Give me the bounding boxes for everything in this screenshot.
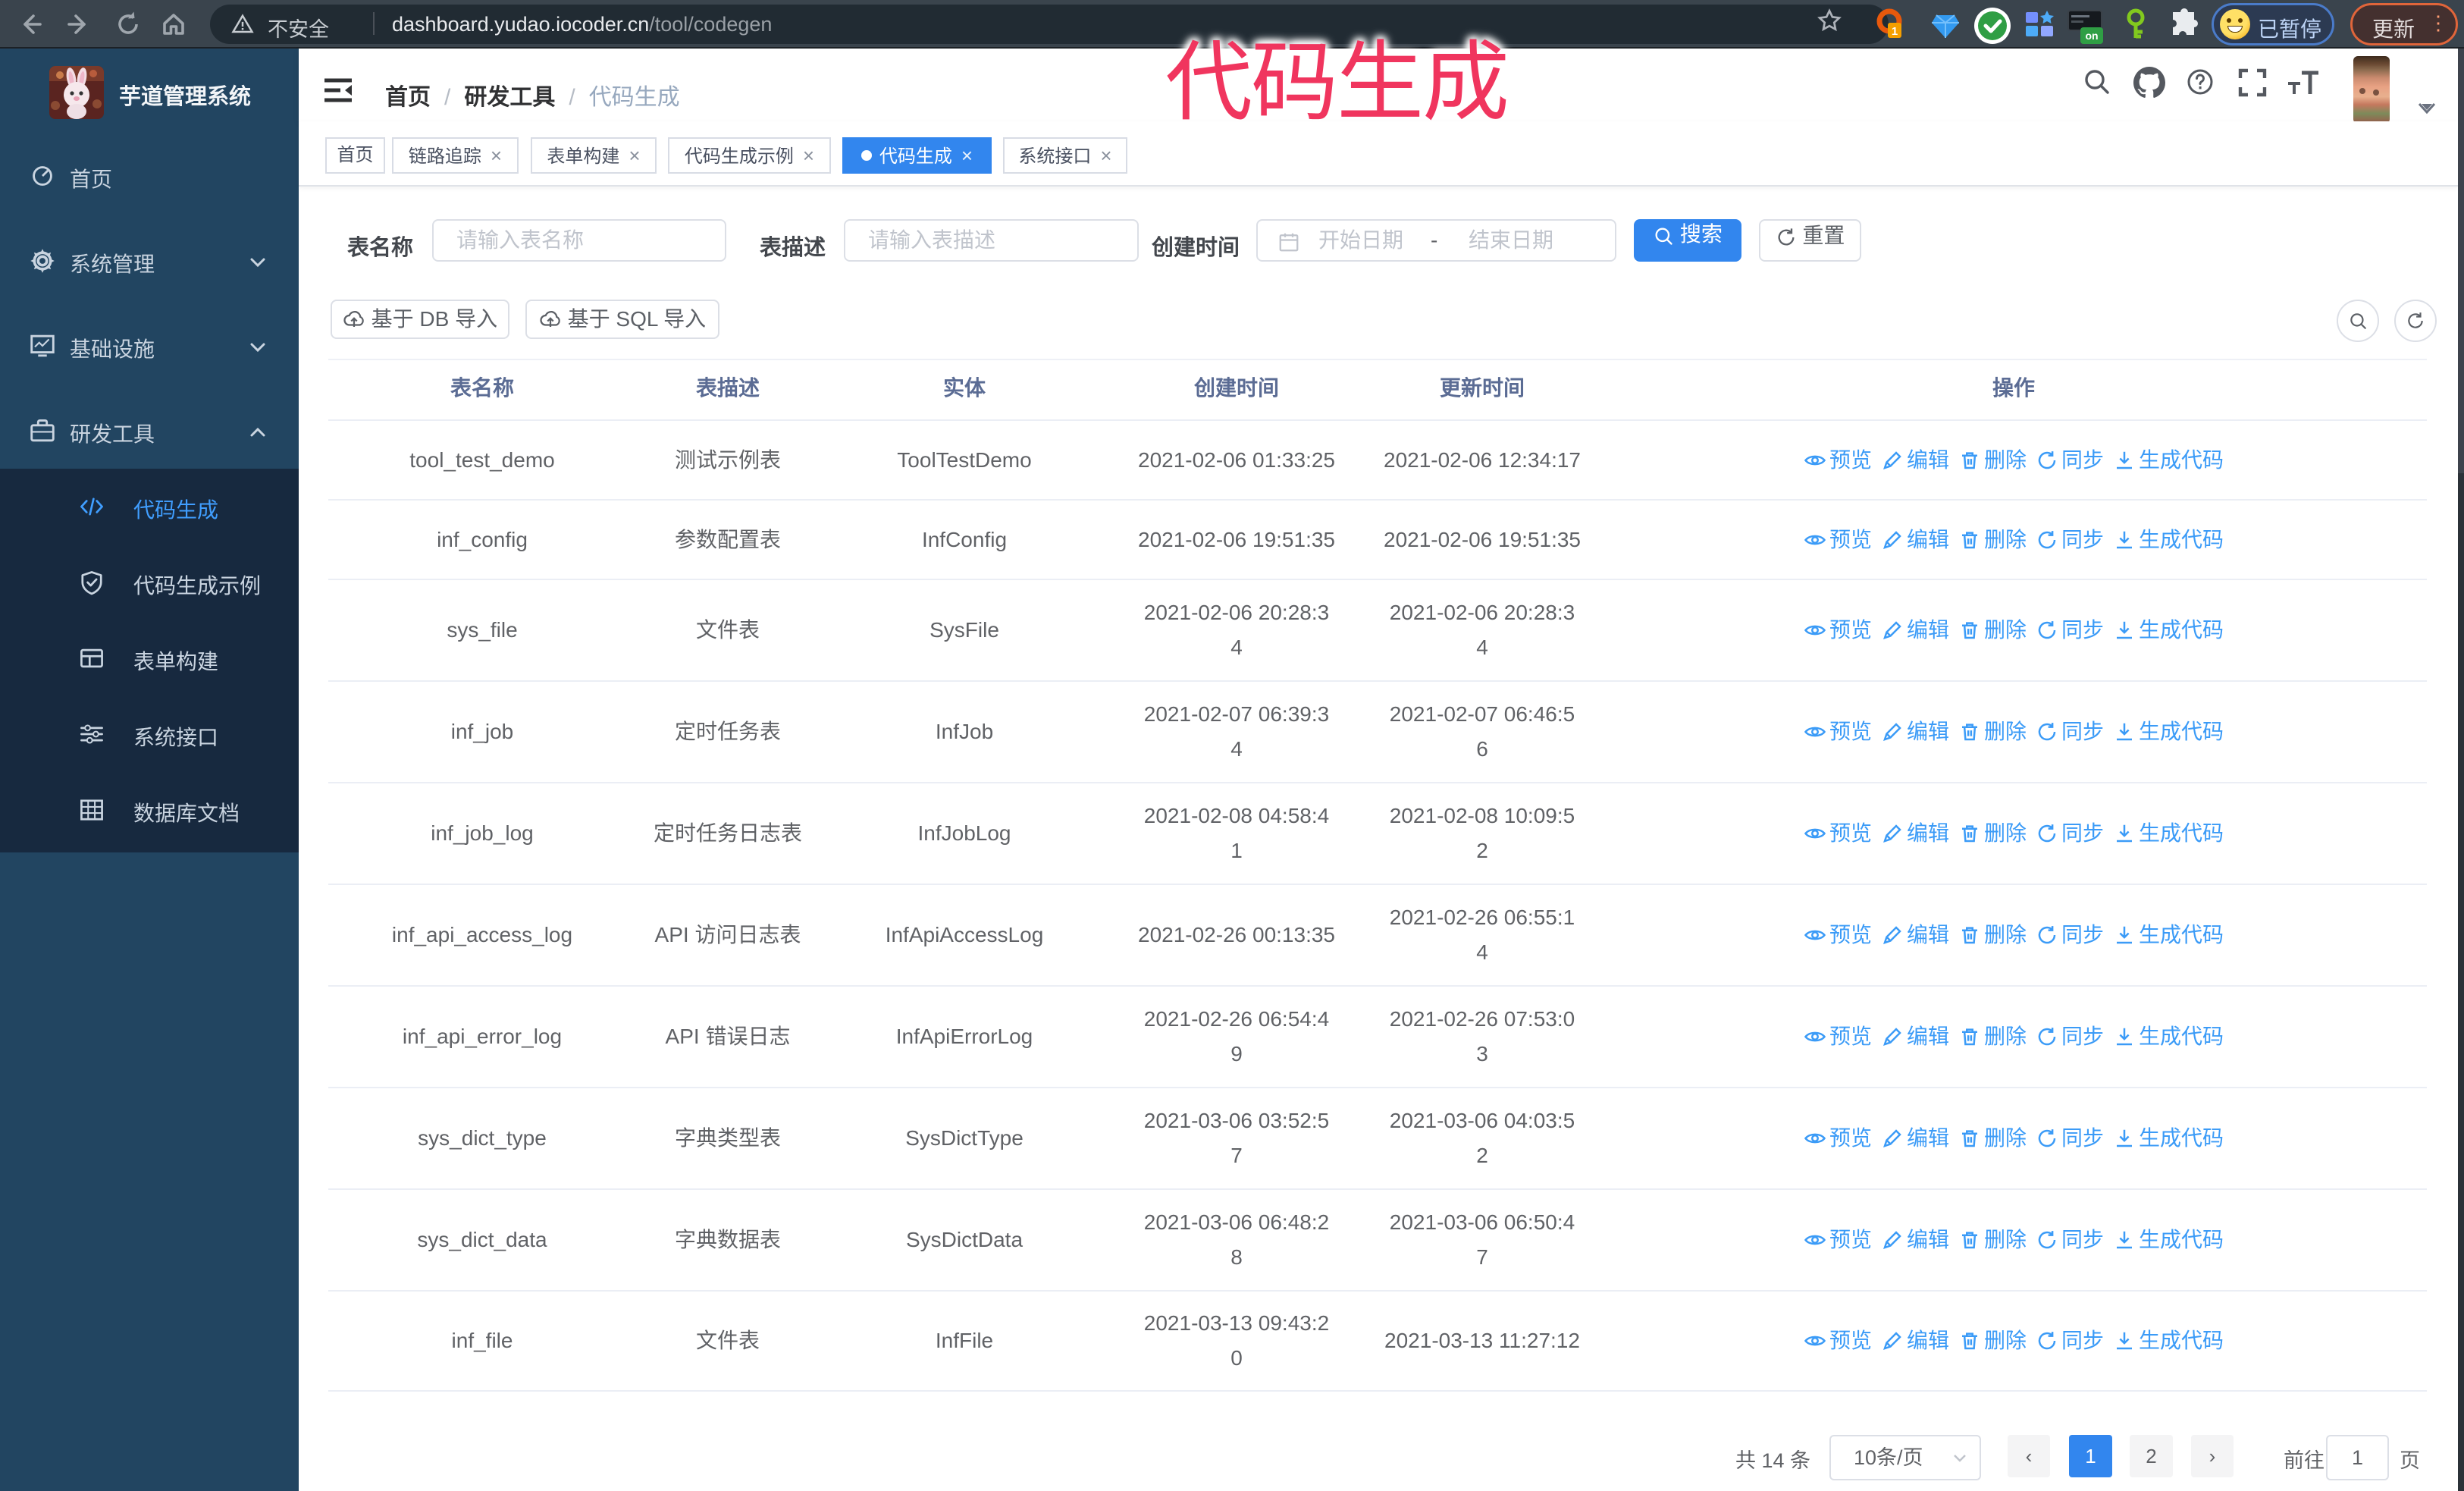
svg-text:on: on <box>2085 30 2098 42</box>
svg-text:1: 1 <box>1892 25 1898 38</box>
